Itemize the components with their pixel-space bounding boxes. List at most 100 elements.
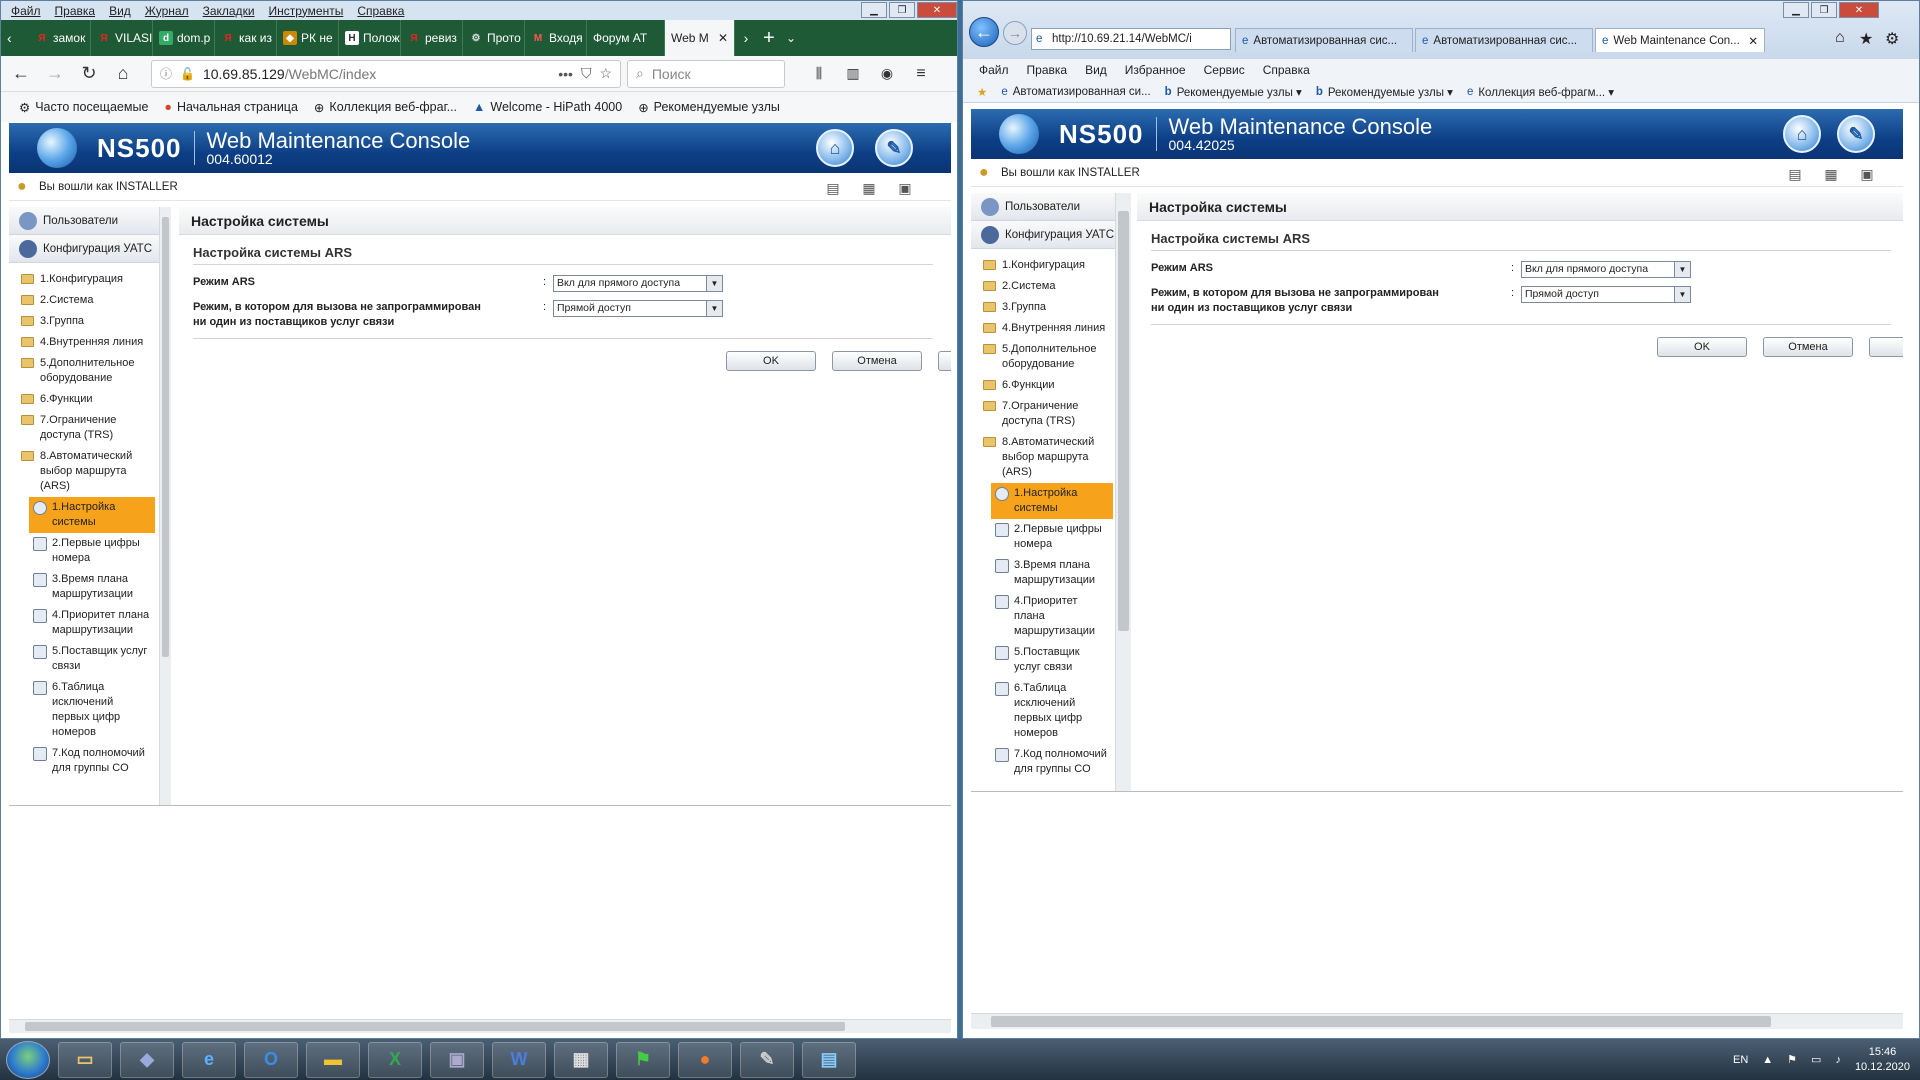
tab[interactable]: M Входя: [525, 20, 587, 56]
volume-icon[interactable]: ♪: [1835, 1054, 1841, 1066]
network-icon[interactable]: ⚑: [616, 1041, 670, 1078]
start-button[interactable]: [6, 1040, 50, 1079]
tree-subitem[interactable]: 4.Приоритет плана маршрутизации: [29, 605, 155, 641]
tree-item[interactable]: 2.Система: [9, 290, 159, 311]
tab[interactable]: Яревиз: [401, 20, 463, 56]
tab[interactable]: Я VILASI: [91, 20, 153, 56]
tree-item[interactable]: 1.Конфигурация: [9, 269, 159, 290]
fax-icon[interactable]: ▦: [1819, 164, 1843, 184]
close-tab-icon[interactable]: ✕: [718, 31, 728, 45]
new-tab-icon[interactable]: +: [757, 27, 781, 50]
home-icon[interactable]: ⌂: [1835, 29, 1845, 47]
scroll-thumb[interactable]: [25, 1022, 845, 1031]
clipboard-icon[interactable]: ▤: [821, 178, 845, 198]
home-icon[interactable]: ⌂: [109, 60, 137, 88]
apply-button[interactable]: Пр: [938, 351, 951, 371]
account-icon[interactable]: ◉: [873, 60, 901, 88]
back-arrow-icon[interactable]: ←: [969, 17, 999, 47]
favorite-item[interactable]: e Автоматизированная си...: [1001, 86, 1150, 98]
sidebar-item-users[interactable]: Пользователи: [971, 193, 1115, 221]
menu-file[interactable]: Файл: [11, 4, 41, 18]
tree-item[interactable]: 3.Группа: [971, 297, 1115, 318]
ie-icon[interactable]: e: [182, 1041, 236, 1078]
menu-help[interactable]: Справка: [1263, 63, 1310, 77]
app-icon[interactable]: ▤: [802, 1041, 856, 1078]
gear-icon[interactable]: ⚙: [1885, 29, 1899, 49]
bookmark-start-page[interactable]: ● Начальная страница: [164, 100, 298, 114]
tree-subitem-selected[interactable]: 1.Настройка системы: [991, 483, 1113, 519]
favorite-item[interactable]: b Рекомендуемые узлы ▾: [1316, 85, 1453, 99]
tree-subitem[interactable]: 3.Время плана маршрутизации: [29, 569, 155, 605]
tree-item[interactable]: 4.Внутренняя линия: [971, 318, 1115, 339]
tools-icon[interactable]: ✎: [875, 129, 913, 167]
library-icon[interactable]: ⫼: [805, 60, 833, 88]
tab[interactable]: ◆ РК не: [277, 20, 339, 56]
excel-icon[interactable]: X: [368, 1041, 422, 1078]
app-icon[interactable]: ▣: [430, 1041, 484, 1078]
paint-icon[interactable]: ✎: [740, 1041, 794, 1078]
clipboard-icon[interactable]: ▤: [1783, 164, 1807, 184]
tree-subitem[interactable]: 7.Код полномочий для группы CO: [991, 744, 1113, 780]
tree-subitem[interactable]: 4.Приоритет плана маршрутизации: [991, 591, 1113, 642]
hamburger-menu-icon[interactable]: ≡: [907, 60, 935, 88]
search-box[interactable]: ⌕ Поиск: [627, 59, 785, 88]
tab[interactable]: Форум АТ: [587, 20, 665, 56]
menu-tools[interactable]: Инструменты: [269, 4, 344, 18]
tree-subitem[interactable]: 6.Таблица исключений первых цифр номеров: [991, 678, 1113, 744]
tab-active[interactable]: Web M ✕: [665, 20, 735, 56]
tab[interactable]: Якак из: [215, 20, 277, 56]
tray-arrow-icon[interactable]: ▲: [1762, 1054, 1773, 1066]
sidebar-icon[interactable]: ▥: [839, 60, 867, 88]
tab[interactable]: d dom.p: [153, 20, 215, 56]
unprogrammed-mode-select[interactable]: Прямой доступ ▼: [553, 300, 723, 317]
pocket-icon[interactable]: ⛉: [581, 65, 592, 82]
unprogrammed-mode-select[interactable]: Прямой доступ ▼: [1521, 286, 1691, 303]
menu-edit[interactable]: Правка: [1027, 63, 1068, 77]
tab[interactable]: e Автоматизированная сис...: [1415, 28, 1593, 52]
tabs-scroll-right-icon[interactable]: ›: [735, 30, 757, 46]
maximize-button[interactable]: ❐: [889, 2, 915, 18]
tree-item-ars[interactable]: 8.Автоматический выбор маршрута (ARS): [9, 446, 139, 497]
ok-button[interactable]: OK: [1657, 337, 1747, 357]
forward-arrow-icon[interactable]: →: [1003, 21, 1027, 45]
network-icon[interactable]: ▭: [1811, 1053, 1821, 1066]
maximize-button[interactable]: ❐: [1811, 2, 1837, 18]
tab[interactable]: e Автоматизированная сис...: [1235, 28, 1413, 52]
flag-icon[interactable]: ⚑: [1787, 1053, 1797, 1066]
page-actions-icon[interactable]: •••: [558, 66, 573, 82]
minimize-button[interactable]: ▁: [861, 2, 887, 18]
list-tabs-icon[interactable]: ⌄: [781, 31, 801, 45]
menu-history[interactable]: Журнал: [145, 4, 189, 18]
word-icon[interactable]: W: [492, 1041, 546, 1078]
sidebar-item-pbx-config[interactable]: Конфигурация УАТС: [9, 235, 159, 263]
star-icon[interactable]: ☆: [599, 65, 612, 82]
close-button[interactable]: ✕: [1839, 2, 1879, 18]
tab[interactable]: H Полож: [339, 20, 401, 56]
menu-file[interactable]: Файл: [979, 63, 1009, 77]
scroll-thumb[interactable]: [991, 1016, 1771, 1027]
back-arrow-icon[interactable]: ←: [7, 60, 35, 88]
tree-subitem-selected[interactable]: 1.Настройка системы: [29, 497, 155, 533]
address-bar[interactable]: e http://10.69.21.14/WebMC/i: [1031, 28, 1231, 50]
save-icon[interactable]: ▣: [1855, 164, 1879, 184]
menu-edit[interactable]: Правка: [55, 4, 96, 18]
tab-active[interactable]: e Web Maintenance Con... ✕: [1595, 28, 1765, 52]
app-icon[interactable]: ▬: [306, 1041, 360, 1078]
close-button[interactable]: ✕: [917, 2, 957, 18]
minimize-button[interactable]: ▁: [1783, 2, 1809, 18]
calculator-icon[interactable]: ▦: [554, 1041, 608, 1078]
bookmark-recommended[interactable]: ⊕ Рекомендуемые узлы: [638, 100, 780, 115]
sidebar-item-users[interactable]: Пользователи: [9, 207, 159, 235]
reload-icon[interactable]: ↻: [75, 60, 103, 88]
favorites-star-icon[interactable]: ★: [1859, 29, 1873, 49]
cancel-button[interactable]: Отмена: [832, 351, 922, 371]
tree-item[interactable]: 1.Конфигурация: [971, 255, 1115, 276]
ars-mode-select[interactable]: Вкл для прямого доступа ▼: [1521, 261, 1691, 278]
tree-subitem[interactable]: 6.Таблица исключений первых цифр номеров: [29, 677, 155, 743]
tree-subitem[interactable]: 5.Поставщик услуг связи: [29, 641, 155, 677]
tree-subitem[interactable]: 7.Код полномочий для группы CO: [29, 743, 155, 779]
close-tab-icon[interactable]: ✕: [1748, 34, 1758, 48]
info-icon[interactable]: ⓘ: [160, 65, 172, 82]
apply-button[interactable]: П: [1869, 337, 1903, 357]
outlook-icon[interactable]: O: [244, 1041, 298, 1078]
